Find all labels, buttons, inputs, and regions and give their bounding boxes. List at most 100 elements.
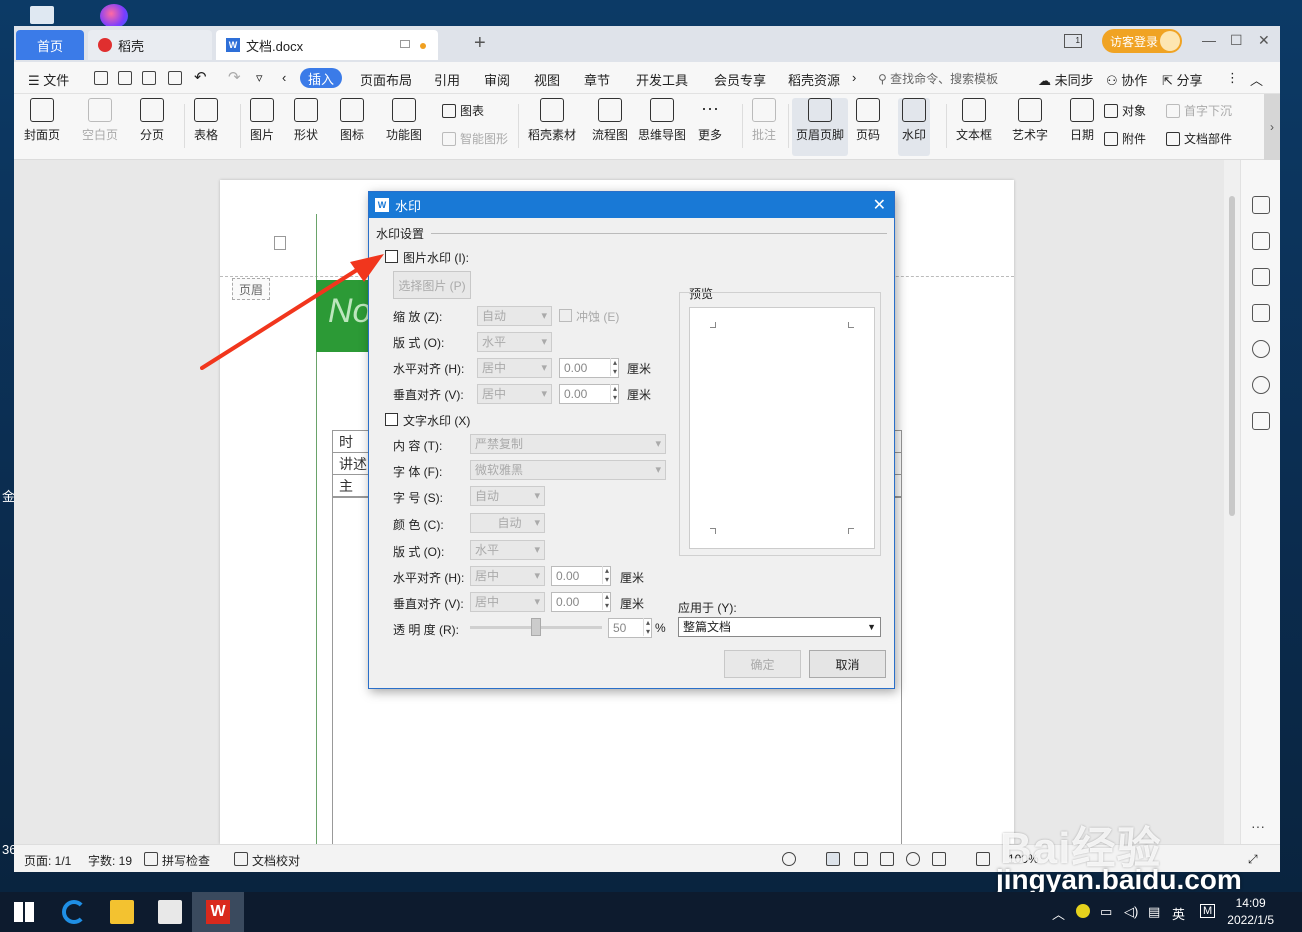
tray-app-icon[interactable] [1076,904,1090,918]
table-button[interactable]: 表格 [194,98,218,143]
menu-member[interactable]: 会员专享 [714,70,766,89]
print-icon[interactable] [142,71,156,85]
rocket-icon[interactable] [1252,196,1270,214]
icon-library-button[interactable]: 图标 [340,98,364,143]
page-number-button[interactable]: 页码 [856,98,880,143]
menu-section[interactable]: 章节 [584,70,610,89]
action-center-icon[interactable]: ▤ [1148,904,1160,920]
mindmap-button[interactable]: 思维导图 [638,98,686,143]
cursor-icon[interactable] [1252,268,1270,286]
object-button[interactable]: 对象 [1104,102,1146,119]
eye-protection-icon[interactable] [782,852,796,866]
text-valign-offset[interactable]: 0.00 [551,592,611,612]
command-search[interactable]: ⚲ 查找命令、搜索模板 [878,70,998,87]
desktop-browser-icon[interactable] [100,4,128,28]
help-icon[interactable] [1252,340,1270,358]
blank-page-button[interactable]: 空白页 [82,98,118,143]
maximize-icon[interactable]: ☐ [1230,32,1243,49]
spellcheck-button[interactable]: 拼写检查 [162,852,210,869]
desktop-app-icon[interactable] [30,6,54,24]
scrollbar-thumb[interactable] [1229,196,1235,516]
redo-icon[interactable]: ↷ [228,68,241,86]
dialog-title-bar[interactable]: W 水印 ✕ [369,192,894,218]
save-icon[interactable] [94,71,108,85]
dialog-close-icon[interactable]: ✕ [873,195,886,215]
network-icon[interactable]: ▭ [1100,904,1112,920]
share-button[interactable]: ⇱ 分享 [1162,70,1203,89]
size-select[interactable]: 自动 [470,486,545,506]
picture-valign-select[interactable]: 居中 [477,384,552,404]
web-view-icon[interactable] [906,852,920,866]
transparency-slider-handle[interactable] [531,618,541,636]
menu-scroll-right-icon[interactable]: › [852,70,856,85]
comment-button[interactable]: 批注 [752,98,776,143]
tab-home[interactable]: 首页 [16,30,84,60]
picture-layout-select[interactable]: 水平 [477,332,552,352]
edge-browser-icon[interactable] [62,900,86,924]
menu-page-layout[interactable]: 页面布局 [360,70,412,89]
store-icon[interactable] [158,900,182,924]
picture-halign-offset[interactable]: 0.00 [559,358,619,378]
fullscreen-icon[interactable]: ⤢ [1248,852,1258,867]
wordart-button[interactable]: 艺术字 [1012,98,1048,143]
fit-page-icon[interactable] [976,852,990,866]
visitor-login-button[interactable]: 访客登录 [1102,29,1182,53]
quick-access-dropdown-icon[interactable]: ▿ [256,70,263,86]
content-select[interactable]: 严禁复制 [470,434,666,454]
picture-button[interactable]: 图片 [250,98,274,143]
menu-developer[interactable]: 开发工具 [636,70,688,89]
apply-to-select[interactable]: 整篇文档 [678,617,881,637]
color-select[interactable]: 自动 [470,513,545,533]
menu-file[interactable]: ☰ 文件 [28,70,69,89]
date-button[interactable]: 日期 [1070,98,1094,143]
washout-checkbox[interactable] [559,309,572,322]
menu-insert[interactable]: 插入 [300,68,342,88]
page-count[interactable]: 页面: 1/1 [24,852,71,869]
picture-valign-offset[interactable]: 0.00 [559,384,619,404]
font-select[interactable]: 微软雅黑 [470,460,666,480]
text-halign-offset[interactable]: 0.00 [551,566,611,586]
menu-daoke-resources[interactable]: 稻壳资源 [788,70,840,89]
reading-view-icon[interactable] [880,852,894,866]
undo-icon[interactable]: ↶ [194,68,207,86]
doc-options-icon[interactable] [274,236,286,250]
ok-button[interactable]: 确定 [724,650,801,678]
sliders-icon[interactable] [1252,304,1270,322]
minimize-icon[interactable]: — [1202,32,1216,48]
export-pdf-icon[interactable] [118,71,132,85]
text-valign-select[interactable]: 居中 [470,592,545,612]
close-icon[interactable]: ✕ [1258,32,1270,49]
smartart-button[interactable]: 智能图形 [442,130,508,147]
write-mode-icon[interactable] [932,852,946,866]
function-chart-button[interactable]: 功能图 [386,98,422,143]
daoke-assets-button[interactable]: 稻壳素材 [528,98,576,143]
more-dots-icon[interactable]: ··· [1251,818,1265,834]
menu-review[interactable]: 审阅 [484,70,510,89]
cover-page-button[interactable]: 封面页 [24,98,60,143]
backup-icon[interactable] [1252,412,1270,430]
collapse-ribbon-icon[interactable]: ︿ [1250,70,1263,89]
drop-cap-button[interactable]: 首字下沉 [1166,102,1232,119]
more-menu-icon[interactable]: ⋮ [1226,70,1239,86]
picture-halign-select[interactable]: 居中 [477,358,552,378]
tray-expand-icon[interactable]: ︿ [1052,904,1065,923]
attachment-button[interactable]: 附件 [1104,130,1146,147]
page-view-icon[interactable] [826,852,840,866]
proofread-button[interactable]: 文档校对 [252,852,300,869]
watermark-button[interactable]: 水印 [898,98,931,156]
flowchart-button[interactable]: 流程图 [592,98,628,143]
transparency-spinner[interactable]: 50 [608,618,652,638]
text-halign-select[interactable]: 居中 [470,566,545,586]
menu-view[interactable]: 视图 [534,70,560,89]
system-clock[interactable]: 14:09 2022/1/5 [1227,895,1274,929]
ribbon-expand-icon[interactable]: › [1264,94,1280,160]
collab-button[interactable]: ⚇ 协作 [1106,70,1147,89]
menu-references[interactable]: 引用 [434,70,460,89]
page-break-button[interactable]: 分页 [140,98,164,143]
input-language[interactable]: 英 [1172,904,1185,923]
header-footer-button[interactable]: 页眉页脚 [792,98,849,156]
menu-scroll-left-icon[interactable]: ‹ [282,70,286,85]
ime-mode-icon[interactable]: M [1200,904,1216,918]
file-explorer-icon[interactable] [110,900,134,924]
doc-parts-button[interactable]: 文档部件 [1166,130,1232,147]
